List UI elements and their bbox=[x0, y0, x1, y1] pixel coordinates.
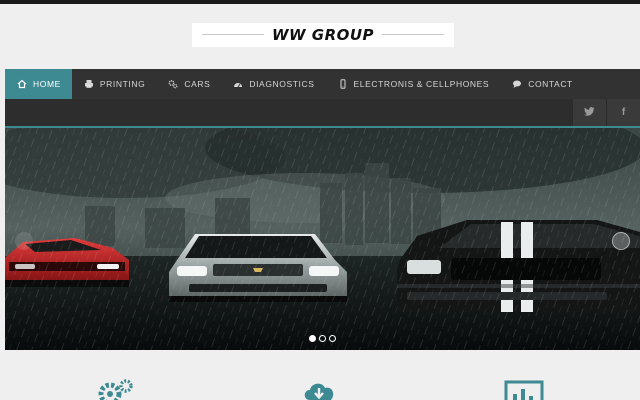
nav-item-contact[interactable]: CONTACT bbox=[500, 69, 584, 99]
logo-text: WW GROUP bbox=[267, 26, 379, 44]
hero-slide-image bbox=[5, 128, 640, 350]
nav-label-electronics: ELECTRONIS & CELLPHONES bbox=[353, 79, 490, 89]
slider-next-arrow[interactable] bbox=[612, 232, 630, 250]
nav-item-home[interactable]: HOME bbox=[5, 69, 72, 99]
nav-label-cars: CARS bbox=[184, 79, 211, 89]
facebook-icon: f bbox=[621, 107, 626, 118]
nav-item-cars[interactable]: CARS bbox=[156, 69, 221, 99]
home-icon bbox=[16, 79, 28, 89]
nav-label-contact: CONTACT bbox=[528, 79, 573, 89]
nav-item-printing[interactable]: PRINTING bbox=[72, 69, 156, 99]
twitter-icon bbox=[584, 106, 595, 119]
chat-icon bbox=[511, 79, 523, 89]
gears-icon bbox=[167, 79, 179, 89]
printer-icon bbox=[83, 79, 95, 89]
slider-dot-1[interactable] bbox=[309, 335, 316, 342]
slider-dot-2[interactable] bbox=[319, 335, 326, 342]
facebook-button[interactable]: f bbox=[606, 99, 640, 126]
slider-prev-arrow[interactable] bbox=[15, 232, 33, 250]
cellphone-icon bbox=[337, 79, 349, 89]
top-border bbox=[0, 0, 640, 4]
social-bar: f bbox=[5, 99, 640, 126]
nav-label-printing: PRINTING bbox=[99, 79, 146, 89]
nav-label-home: HOME bbox=[33, 79, 61, 89]
nav-item-diagnostics[interactable]: DIAGNOSTICS bbox=[221, 69, 325, 99]
feature-gears-icon bbox=[96, 378, 136, 400]
slider-dot-3[interactable] bbox=[329, 335, 336, 342]
main-navigation: HOME PRINTING CARS DIAGNOSTICS ELECTRONI… bbox=[5, 69, 640, 99]
slider-dots bbox=[5, 335, 640, 342]
logo-divider-left bbox=[202, 34, 264, 35]
logo-divider-right bbox=[382, 34, 444, 35]
site-logo[interactable]: WW GROUP bbox=[192, 23, 454, 47]
cloud-download-icon bbox=[300, 378, 340, 400]
bar-chart-icon bbox=[504, 378, 544, 400]
dashboard-icon bbox=[232, 79, 244, 89]
twitter-button[interactable] bbox=[572, 99, 606, 126]
hero-slider[interactable] bbox=[5, 126, 640, 350]
nav-label-diagnostics: DIAGNOSTICS bbox=[249, 79, 315, 89]
nav-item-electronics[interactable]: ELECTRONIS & CELLPHONES bbox=[326, 69, 501, 99]
